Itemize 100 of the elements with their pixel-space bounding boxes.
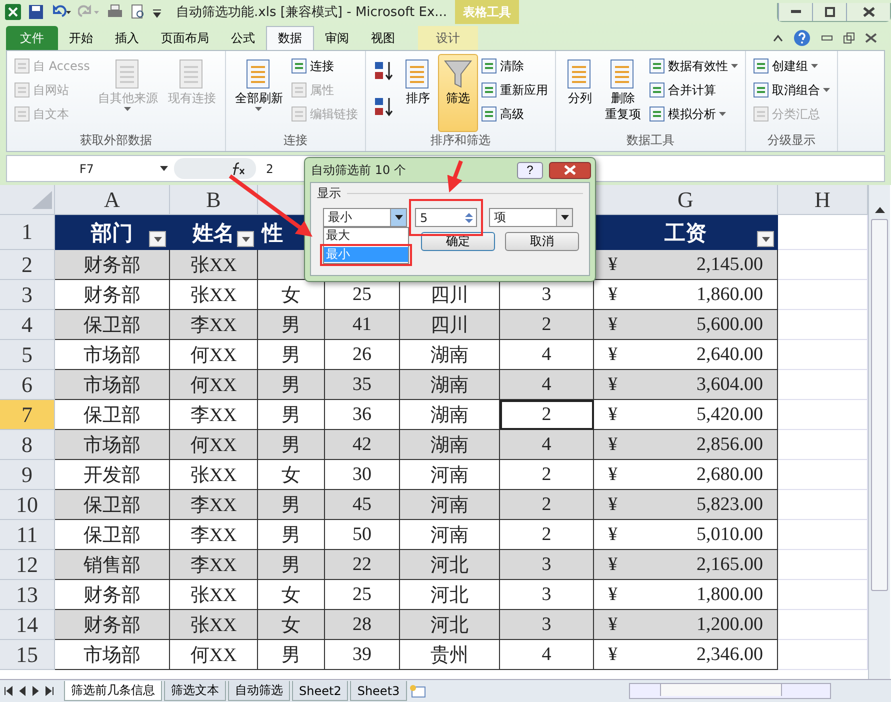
count-spinner[interactable]: 5: [415, 208, 477, 227]
ribbon-tab[interactable]: 设计: [418, 26, 478, 50]
sheet-tab[interactable]: 筛选文本: [164, 681, 226, 701]
row-header[interactable]: 5: [0, 340, 55, 370]
ribbon-button[interactable]: 删除 重复项: [600, 54, 646, 132]
row-header[interactable]: 1: [0, 215, 55, 250]
table-cell: 35: [325, 370, 400, 400]
amount: 2,856.00: [696, 434, 763, 456]
ribbon-button[interactable]: 重新应用: [478, 78, 551, 102]
ribbon-button[interactable]: 取消组合: [750, 78, 833, 102]
sheet-icon: [480, 82, 497, 98]
maximize-icon: [824, 6, 834, 16]
ok-button[interactable]: 确定: [421, 232, 495, 251]
row-header[interactable]: 7: [0, 400, 55, 430]
table-cell: 开发部: [55, 460, 170, 490]
ribbon-button[interactable]: 分列: [560, 54, 600, 132]
close-button[interactable]: [549, 162, 591, 178]
scrollbar-thumb[interactable]: [871, 219, 888, 591]
row-header[interactable]: 3: [0, 280, 55, 310]
group-label: 显示: [317, 185, 341, 202]
column-header[interactable]: H: [778, 185, 868, 215]
filter-dropdown-button[interactable]: [237, 231, 254, 247]
sheet-tab[interactable]: 自动筛选: [228, 681, 290, 701]
ribbon-tab[interactable]: 公式: [220, 26, 266, 50]
minimize-button[interactable]: [778, 2, 812, 20]
context-tab-title: 表格工具: [455, 0, 520, 24]
filter-dropdown-button[interactable]: [757, 231, 774, 247]
filter-dropdown-button[interactable]: [149, 231, 166, 247]
ribbon-button[interactable]: 模拟分析: [646, 102, 741, 126]
new-sheet-icon[interactable]: [408, 684, 427, 698]
vertical-scrollbar[interactable]: [868, 185, 890, 679]
column-header[interactable]: B: [170, 185, 258, 215]
ribbon-tab[interactable]: 插入: [104, 26, 150, 50]
table-cell: 财务部: [55, 580, 170, 610]
help-icon[interactable]: [793, 29, 811, 47]
ribbon-button[interactable]: 清除: [478, 54, 551, 78]
currency-sign: ¥: [608, 404, 618, 426]
table-cell: 贵州: [400, 640, 500, 670]
row-header[interactable]: 11: [0, 520, 55, 550]
order-select[interactable]: 最小: [323, 208, 407, 227]
ribbon-tab[interactable]: 开始: [58, 26, 104, 50]
minimize-icon[interactable]: [821, 35, 833, 41]
ribbon-button[interactable]: 合并计算: [646, 78, 741, 102]
table-cell: 50: [325, 520, 400, 550]
print-preview-icon[interactable]: [130, 4, 146, 20]
dropdown-option[interactable]: 最大: [324, 228, 408, 243]
column-header[interactable]: A: [55, 185, 170, 215]
row-header[interactable]: 9: [0, 460, 55, 490]
group-title: 获取外部数据: [78, 132, 153, 149]
maximize-button[interactable]: [812, 2, 846, 20]
table-cell: 男: [258, 370, 325, 400]
table-cell: 保卫部: [55, 310, 170, 340]
close-icon[interactable]: [865, 33, 877, 43]
help-button[interactable]: ?: [517, 162, 543, 178]
amount: 5,823.00: [696, 494, 763, 516]
table-cell: 4: [500, 430, 594, 460]
filter-button[interactable]: 筛选: [438, 54, 478, 132]
row-header[interactable]: 2: [0, 250, 55, 280]
row-header[interactable]: 6: [0, 370, 55, 400]
printer-icon[interactable]: [106, 4, 124, 20]
ribbon-button[interactable]: 数据有效性: [646, 54, 741, 78]
sheet-tab[interactable]: Sheet3: [350, 681, 407, 701]
function-icon[interactable]: [230, 162, 246, 176]
table-cell: 2: [500, 400, 594, 430]
ribbon-button[interactable]: 创建组: [750, 54, 833, 78]
sheet-tab[interactable]: 筛选前几条信息: [64, 681, 162, 701]
ribbon-button[interactable]: 连接: [288, 54, 361, 78]
table-cell: 河北: [400, 610, 500, 640]
ribbon-tab[interactable]: 视图: [360, 26, 406, 50]
ribbon-button[interactable]: 高级: [478, 102, 551, 126]
ribbon-tab[interactable]: 审阅: [314, 26, 360, 50]
restore-icon[interactable]: [843, 32, 855, 44]
row-header[interactable]: 12: [0, 550, 55, 580]
row-header[interactable]: 13: [0, 580, 55, 610]
row-header[interactable]: 15: [0, 640, 55, 670]
unit-select[interactable]: 项: [489, 208, 573, 227]
sheet-icon: [290, 82, 307, 98]
amount: 5,600.00: [696, 314, 763, 336]
table-cell: 女: [258, 280, 325, 310]
horizontal-scrollbar[interactable]: [628, 683, 831, 699]
ribbon-tab[interactable]: 文件: [6, 26, 58, 50]
ribbon-button[interactable]: 排序: [398, 54, 438, 132]
row-header[interactable]: 10: [0, 490, 55, 520]
sheet-tab[interactable]: Sheet2: [292, 681, 348, 701]
ribbon-tab[interactable]: 数据: [266, 26, 314, 50]
close-button[interactable]: [846, 2, 890, 20]
caret-icon: [160, 166, 168, 171]
scrollbar-thumb[interactable]: [660, 684, 782, 696]
table-cell: 何XX: [170, 640, 258, 670]
collapse-ribbon-icon[interactable]: [773, 34, 783, 42]
save-icon[interactable]: [28, 4, 44, 20]
row-header[interactable]: 8: [0, 430, 55, 460]
row-header[interactable]: 14: [0, 610, 55, 640]
name-box[interactable]: F7: [7, 162, 174, 176]
column-header[interactable]: G: [594, 185, 778, 215]
row-header[interactable]: 4: [0, 310, 55, 340]
undo-icon[interactable]: [50, 4, 72, 20]
ribbon-tab[interactable]: 页面布局: [150, 26, 220, 50]
ribbon-button[interactable]: 全部刷新: [230, 54, 288, 132]
cancel-button[interactable]: 取消: [505, 232, 579, 251]
